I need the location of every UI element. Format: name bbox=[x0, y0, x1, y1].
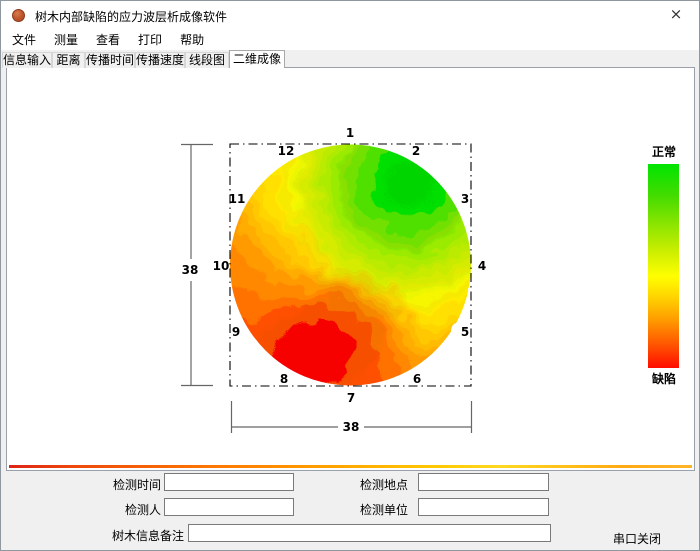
serial-port-status: 串口关闭 bbox=[613, 530, 661, 547]
detect-unit-label: 检测单位 bbox=[341, 501, 408, 518]
menu-item-print[interactable]: 打印 bbox=[129, 28, 171, 51]
height-dimension-label: 38 bbox=[182, 263, 199, 277]
tab-propagation-speed[interactable]: 传播速度 bbox=[135, 52, 185, 68]
sensor-label-12: 12 bbox=[278, 144, 295, 158]
detect-time-label: 检测时间 bbox=[91, 476, 161, 493]
tomogram-disc bbox=[188, 119, 495, 419]
detect-person-label: 检测人 bbox=[91, 501, 161, 518]
tree-remark-label: 树木信息备注 bbox=[91, 527, 184, 544]
tab-propagation-time[interactable]: 传播时间 bbox=[85, 52, 135, 68]
colorbar-normal-label: 正常 bbox=[636, 143, 692, 160]
sensor-label-6: 6 bbox=[413, 372, 421, 386]
app-icon bbox=[12, 9, 25, 22]
sensor-label-10: 10 bbox=[213, 259, 230, 273]
detect-place-input[interactable] bbox=[418, 473, 549, 491]
menu-item-measure[interactable]: 测量 bbox=[45, 28, 87, 51]
window-title: 树木内部缺陷的应力波层析成像软件 bbox=[35, 8, 227, 25]
width-dimension-label: 38 bbox=[343, 420, 360, 434]
menu-bar: 文件 测量 查看 打印 帮助 bbox=[1, 28, 699, 50]
detect-person-input[interactable] bbox=[164, 498, 294, 516]
detect-unit-input[interactable] bbox=[418, 498, 549, 516]
tab-2d-imaging[interactable]: 二维成像 bbox=[229, 50, 285, 68]
tab-bar: 信息输入 距离 传播时间 传播速度 线段图 二维成像 bbox=[2, 50, 285, 68]
sensor-label-3: 3 bbox=[461, 192, 469, 206]
detect-time-input[interactable] bbox=[164, 473, 294, 491]
sensor-label-8: 8 bbox=[280, 372, 288, 386]
sensor-label-7: 7 bbox=[347, 391, 355, 405]
title-bar: 树木内部缺陷的应力波层析成像软件 × bbox=[1, 1, 699, 28]
colorbar bbox=[648, 164, 679, 368]
sensor-label-5: 5 bbox=[461, 325, 469, 339]
bottom-gradient-strip bbox=[9, 465, 692, 468]
colorbar-defect-label: 缺陷 bbox=[636, 370, 692, 387]
tab-info-input[interactable]: 信息输入 bbox=[2, 52, 52, 68]
detect-place-label: 检测地点 bbox=[341, 476, 408, 493]
menu-item-view[interactable]: 查看 bbox=[87, 28, 129, 51]
close-icon[interactable]: × bbox=[667, 6, 685, 24]
tab-line-graph[interactable]: 线段图 bbox=[185, 52, 229, 68]
menu-item-file[interactable]: 文件 bbox=[3, 28, 45, 51]
imaging-canvas: 38 38 1 2 3 4 5 6 7 8 9 10 11 bbox=[6, 67, 695, 471]
tab-distance[interactable]: 距离 bbox=[52, 52, 85, 68]
sensor-label-1: 1 bbox=[346, 126, 354, 140]
app-window: 树木内部缺陷的应力波层析成像软件 × 文件 测量 查看 打印 帮助 信息输入 距… bbox=[0, 0, 700, 551]
menu-item-help[interactable]: 帮助 bbox=[171, 28, 213, 51]
tree-remark-input[interactable] bbox=[188, 524, 551, 542]
sensor-label-2: 2 bbox=[412, 144, 420, 158]
sensor-label-4: 4 bbox=[478, 259, 486, 273]
tomogram-figure: 38 38 1 2 3 4 5 6 7 8 9 10 11 bbox=[151, 119, 496, 454]
sensor-label-9: 9 bbox=[232, 325, 240, 339]
sensor-label-11: 11 bbox=[229, 192, 246, 206]
